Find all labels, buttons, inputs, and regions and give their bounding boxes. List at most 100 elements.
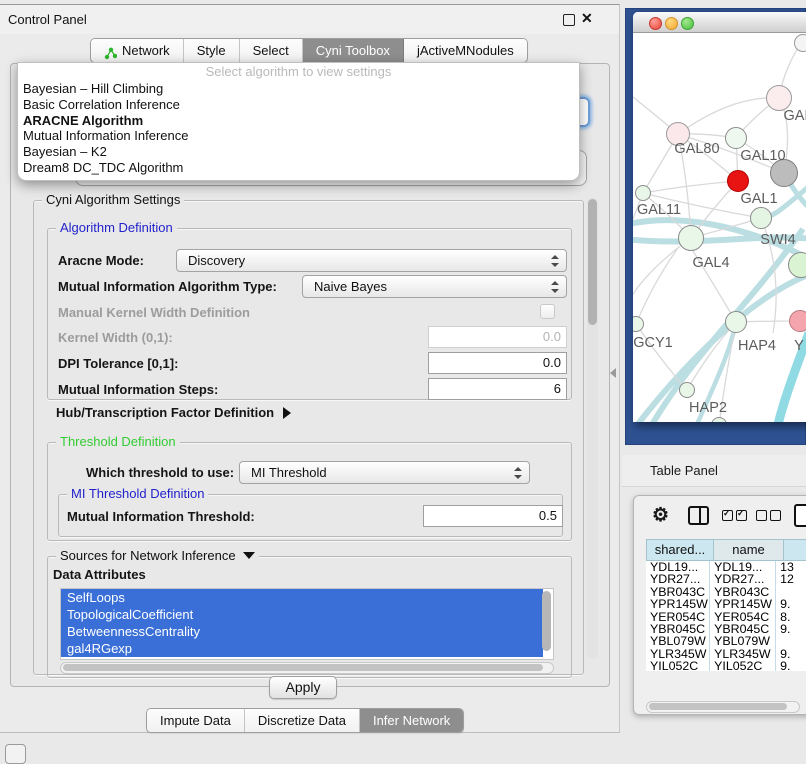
table-cell[interactable]: YPR145W [646, 598, 710, 610]
mi-threshold-field[interactable]: 0.5 [423, 505, 563, 527]
hub-definition-toggle[interactable]: Hub/Transcription Factor Definition [56, 405, 291, 420]
select-all-icon[interactable] [722, 508, 750, 526]
table-cell[interactable]: YBL079W [646, 635, 710, 647]
table-row[interactable]: YBR043CYBR043C [646, 586, 806, 598]
network-node[interactable] [727, 170, 749, 192]
attribute-item-gal4rgexp[interactable]: gal4RGexp [61, 640, 543, 657]
tab-cyni-toolbox[interactable]: Cyni Toolbox [303, 39, 404, 62]
network-node[interactable] [789, 310, 806, 332]
table-cell[interactable]: 9. [776, 598, 806, 610]
algorithm-option-aracne-algorithm[interactable]: ARACNE Algorithm [18, 113, 579, 129]
attribute-item-topologicalcoefficient[interactable]: TopologicalCoefficient [61, 606, 543, 623]
tab-discretize-data[interactable]: Discretize Data [245, 709, 360, 732]
mi-steps-field[interactable]: 6 [428, 378, 567, 400]
float-window-icon[interactable] [563, 14, 575, 26]
tab-impute-data[interactable]: Impute Data [147, 709, 245, 732]
manual-kernel-width-checkbox[interactable] [540, 304, 555, 319]
algorithm-option-bayesian-hill-climbing[interactable]: Bayesian – Hill Climbing [18, 81, 579, 97]
list-vertical-scrollbar[interactable] [542, 591, 551, 651]
network-node[interactable] [725, 127, 747, 149]
column-header-shared[interactable]: shared... [646, 539, 714, 561]
table-row[interactable]: YPR145WYPR145W9. [646, 598, 806, 610]
table-row[interactable]: YER054CYER054C8. [646, 611, 806, 623]
table-cell[interactable]: YER054C [646, 611, 710, 623]
settings-gear-icon[interactable]: ⚙ [652, 504, 669, 527]
algorithm-option-mutual-information-inference[interactable]: Mutual Information Inference [18, 128, 579, 144]
table-cell[interactable]: YBR045C [710, 623, 776, 635]
splitpane-grip-icon[interactable] [610, 368, 616, 378]
table-horizontal-scrollbar[interactable] [646, 701, 800, 713]
tab-jactivemnodules[interactable]: jActiveMNodules [404, 39, 527, 62]
column-header-name[interactable]: name [714, 539, 784, 561]
split-columns-icon[interactable] [688, 506, 709, 525]
kernel-width-field: 0.0 [428, 326, 567, 348]
maximize-traffic-light-icon[interactable] [681, 17, 694, 30]
table-cell[interactable]: YDL19... [710, 561, 776, 573]
network-node[interactable] [725, 311, 747, 333]
list-horizontal-scrollbar[interactable] [60, 662, 554, 674]
sources-title[interactable]: Sources for Network Inference [56, 548, 259, 563]
table-cell[interactable]: YIL052C [646, 660, 710, 671]
tab-network[interactable]: Network [91, 39, 184, 62]
table-cell[interactable]: 12 [776, 573, 806, 585]
table-row[interactable]: YDR27...YDR27...12 [646, 573, 806, 585]
network-node[interactable] [750, 207, 772, 229]
table-row[interactable]: YLR345WYLR345W9. [646, 648, 806, 660]
table-cell[interactable]: YBR043C [710, 586, 776, 598]
table-cell[interactable]: YER054C [710, 611, 776, 623]
scrollbar-thumb[interactable] [63, 664, 543, 671]
table-cell[interactable]: 8. [776, 611, 806, 623]
table-cell[interactable]: 9. [776, 648, 806, 660]
network-node[interactable] [678, 225, 704, 251]
which-threshold-combobox[interactable]: MI Threshold [239, 461, 530, 484]
apply-button[interactable]: Apply [269, 676, 337, 699]
scrollbar-thumb[interactable] [588, 199, 597, 325]
network-canvas[interactable]: GALGAL80GAL10GAL11GAL1SWI4GAL4GCY1HAP4YH… [633, 33, 806, 422]
algorithm-option-bayesian-k2[interactable]: Bayesian – K2 [18, 144, 579, 160]
node-label-hap2: HAP2 [689, 400, 727, 416]
close-traffic-light-icon[interactable] [649, 17, 662, 30]
table-cell[interactable]: YBL079W [710, 635, 776, 647]
table-cell[interactable]: YIL052C [710, 660, 776, 671]
table-cell[interactable]: YLR345W [710, 648, 776, 660]
table-row[interactable]: YBR045CYBR045C9. [646, 623, 806, 635]
table-cell[interactable] [776, 586, 806, 598]
attribute-item-selfloops[interactable]: SelfLoops [61, 589, 543, 606]
aracne-mode-combobox[interactable]: Discovery [176, 249, 567, 272]
table-cell[interactable]: YDR27... [710, 573, 776, 585]
table-cell[interactable]: 9. [776, 623, 806, 635]
network-node[interactable] [794, 34, 806, 52]
close-icon[interactable]: ✕ [581, 10, 593, 27]
table-cell[interactable]: YDR27... [646, 573, 710, 585]
node-label-gal: GAL [783, 108, 806, 124]
table-cell[interactable] [776, 635, 806, 647]
scrollbar-thumb[interactable] [649, 703, 787, 710]
settings-scrollbar[interactable] [587, 197, 598, 659]
network-node[interactable] [635, 185, 651, 201]
collapsed-panel-icon[interactable] [5, 744, 26, 764]
mi-algorithm-type-combobox[interactable]: Naive Bayes [302, 275, 567, 298]
algorithm-option-dream8-dc-tdc-algorithm[interactable]: Dream8 DC_TDC Algorithm [18, 160, 579, 176]
dpi-tolerance-field[interactable]: 0.0 [428, 352, 567, 374]
tab-select[interactable]: Select [240, 39, 303, 62]
table-cell[interactable]: YDL19... [646, 561, 710, 573]
network-node[interactable] [679, 382, 695, 398]
file-icon[interactable] [794, 504, 806, 527]
table-cell[interactable]: 9. [776, 660, 806, 671]
tab-infer-network[interactable]: Infer Network [360, 709, 463, 732]
algorithm-option-basic-correlation-inference[interactable]: Basic Correlation Inference [18, 97, 579, 113]
table-cell[interactable]: YBR043C [646, 586, 710, 598]
table-row[interactable]: YDL19...YDL19...13 [646, 561, 806, 573]
table-row[interactable]: YBL079WYBL079W [646, 635, 806, 647]
tab-style[interactable]: Style [184, 39, 240, 62]
table-row[interactable]: YIL052CYIL052C9. [646, 660, 806, 671]
deselect-all-icon[interactable] [756, 508, 784, 526]
table-cell[interactable]: 13 [776, 561, 806, 573]
minimize-traffic-light-icon[interactable] [665, 17, 678, 30]
data-attributes-list[interactable]: SelfLoopsTopologicalCoefficientBetweenne… [60, 588, 554, 660]
table-cell[interactable]: YPR145W [710, 598, 776, 610]
column-header-3[interactable] [784, 539, 806, 561]
table-cell[interactable]: YLR345W [646, 648, 710, 660]
table-cell[interactable]: YBR045C [646, 623, 710, 635]
attribute-item-betweennesscentrality[interactable]: BetweennessCentrality [61, 623, 543, 640]
